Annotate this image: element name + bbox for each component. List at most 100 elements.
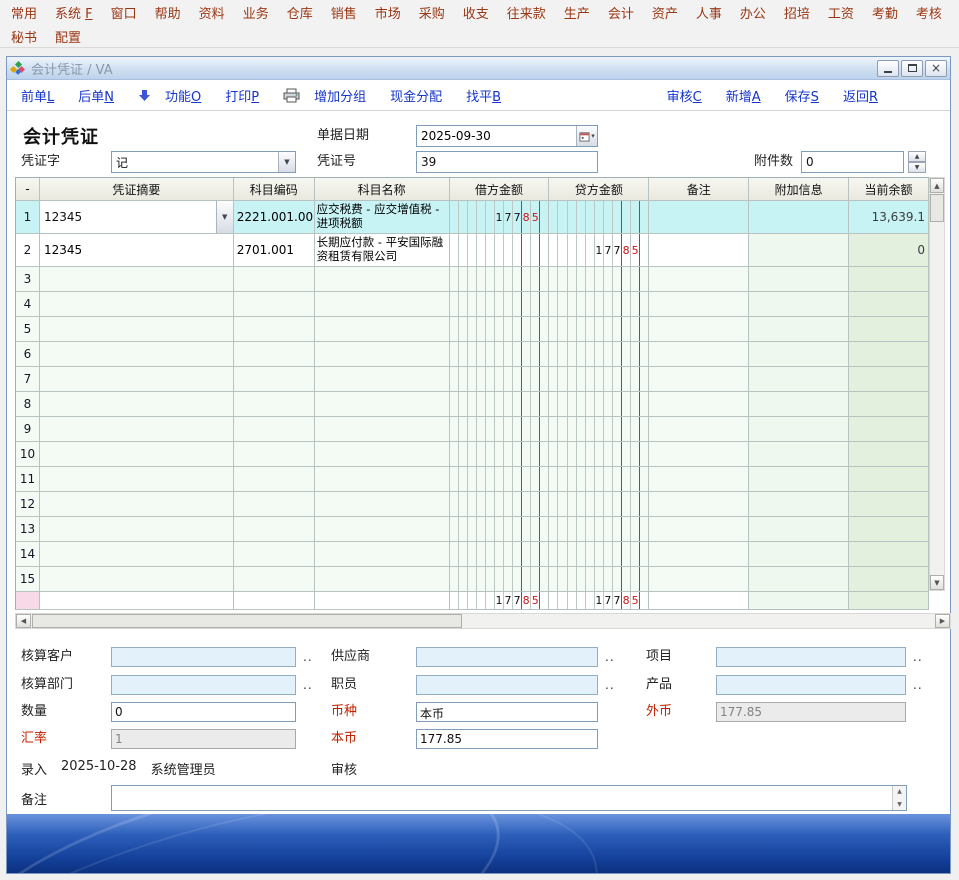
cell-note[interactable] [649,392,749,417]
cell-code[interactable] [234,442,315,467]
cell-balance[interactable] [849,392,929,417]
menu-item[interactable]: 系统 F [46,3,102,22]
menu-item[interactable]: 窗口 [102,3,146,22]
cell-credit[interactable]: 17785 [549,592,649,610]
cell-no[interactable]: 15 [16,567,40,592]
cell-credit[interactable] [549,201,649,234]
cell-credit[interactable] [549,317,649,342]
menu-item[interactable]: 仓库 [278,3,322,22]
cell-debit[interactable]: 17785 [450,201,550,234]
scroll-down-button[interactable]: ▼ [930,575,944,590]
cell-code[interactable] [234,367,315,392]
cell-code[interactable] [234,467,315,492]
cell-name[interactable] [315,292,450,317]
toolbar-button[interactable]: 功能O [165,86,201,105]
menu-item[interactable]: 考勤 [863,3,907,22]
horizontal-scrollbar[interactable]: ◀ ▶ [15,613,951,629]
product-browse-button[interactable]: .. [913,675,923,695]
cell-credit[interactable]: 17785 [549,234,649,267]
menu-item[interactable]: 会计 [599,3,643,22]
cell-name[interactable] [315,417,450,442]
cell-balance[interactable]: 0 [849,234,929,267]
cell-name[interactable] [315,267,450,292]
cell-code[interactable] [234,317,315,342]
cell-debit[interactable] [450,542,550,567]
project-field[interactable] [716,647,906,667]
cell-balance[interactable] [849,292,929,317]
cell-summary[interactable] [40,342,234,367]
cell-summary[interactable] [40,392,234,417]
cell-balance[interactable] [849,367,929,392]
cell-debit[interactable] [450,317,550,342]
employee-browse-button[interactable]: .. [605,675,615,695]
minimize-button[interactable] [877,60,899,77]
cell-balance[interactable] [849,492,929,517]
cell-note[interactable] [649,342,749,367]
menu-item[interactable]: 配置 [46,27,90,46]
cell-code[interactable] [234,492,315,517]
cell-code[interactable] [234,517,315,542]
cell-extra[interactable] [749,367,849,392]
cell-debit[interactable] [450,492,550,517]
cell-code[interactable] [234,567,315,592]
menu-item[interactable]: 收支 [454,3,498,22]
cell-note[interactable] [649,417,749,442]
horizontal-scroll-thumb[interactable] [32,614,462,628]
attachments-input[interactable] [801,151,904,173]
cell-debit[interactable] [450,567,550,592]
cell-summary[interactable] [40,542,234,567]
cell-note[interactable] [649,317,749,342]
date-input[interactable] [416,125,598,147]
cell-name[interactable] [315,567,450,592]
menu-item[interactable]: 采购 [410,3,454,22]
cell-debit[interactable] [450,392,550,417]
accounting-customer-field[interactable] [111,647,296,667]
stepper-down-button[interactable]: ▼ [908,162,926,173]
cell-extra[interactable] [749,317,849,342]
cell-debit[interactable] [450,234,550,267]
cell-name[interactable] [315,317,450,342]
cell-name[interactable]: 长期应付款 - 平安国际融资租赁有限公司 [315,234,450,267]
cell-name[interactable] [315,467,450,492]
cell-balance[interactable] [849,517,929,542]
cell-code[interactable]: 2221.001.001 [234,201,315,234]
stepper-up-button[interactable]: ▲ [908,151,926,162]
cell-debit[interactable]: 17785 [450,592,550,610]
cell-credit[interactable] [549,492,649,517]
cell-credit[interactable] [549,442,649,467]
cell-balance[interactable] [849,317,929,342]
cell-note[interactable] [649,517,749,542]
menu-item[interactable]: 帮助 [146,3,190,22]
cell-debit[interactable] [450,517,550,542]
cell-code[interactable] [234,417,315,442]
department-field[interactable] [111,675,296,695]
cell-balance[interactable]: 13,639.1 [849,201,929,234]
menu-item[interactable]: 人事 [687,3,731,22]
cell-debit[interactable] [450,267,550,292]
cell-note[interactable] [649,467,749,492]
calendar-dropdown-button[interactable]: ▾ [576,126,597,146]
menu-item[interactable]: 常用 [2,3,46,22]
cell-name[interactable] [315,367,450,392]
vertical-scroll-thumb[interactable] [930,194,944,222]
scroll-left-button[interactable]: ◀ [16,614,31,628]
cell-credit[interactable] [549,392,649,417]
cell-debit[interactable] [450,417,550,442]
cell-name[interactable] [315,517,450,542]
cell-code[interactable] [234,342,315,367]
cell-extra[interactable] [749,417,849,442]
cell-no[interactable]: 14 [16,542,40,567]
cell-note[interactable] [649,292,749,317]
cell-credit[interactable] [549,367,649,392]
cell-name[interactable] [315,442,450,467]
cell-debit[interactable] [450,367,550,392]
cell-credit[interactable] [549,342,649,367]
close-button[interactable]: × [925,60,947,77]
toolbar-button[interactable]: 打印P [225,86,259,105]
cell-debit[interactable] [450,342,550,367]
maximize-button[interactable] [901,60,923,77]
cell-no[interactable]: 12 [16,492,40,517]
cell-no[interactable]: 7 [16,367,40,392]
cell-note[interactable] [649,567,749,592]
summary-dropdown-button[interactable]: ▼ [216,201,233,233]
